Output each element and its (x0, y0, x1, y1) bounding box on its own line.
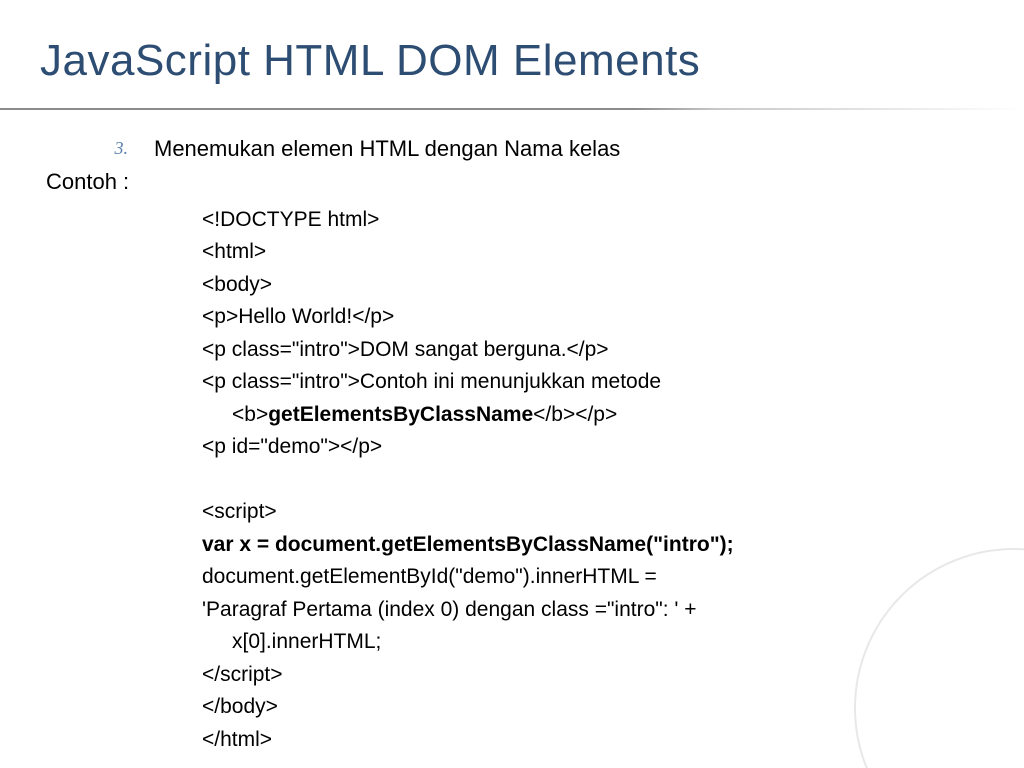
code-line: document.getElementById("demo").innerHTM… (202, 561, 966, 594)
code-line: 'Paragraf Pertama (index 0) dengan class… (202, 594, 966, 627)
code-text: </b></p> (533, 403, 617, 426)
list-item: 3. Menemukan elemen HTML dengan Nama kel… (46, 134, 966, 165)
title-underline (0, 108, 1024, 110)
code-line: <p class="intro">Contoh ini menunjukkan … (202, 366, 966, 399)
list-heading: Menemukan elemen HTML dengan Nama kelas (154, 134, 620, 165)
slide: JavaScript HTML DOM Elements 3. Menemuka… (0, 0, 1024, 768)
code-line: </script> (202, 659, 966, 692)
blank-line (202, 464, 966, 496)
code-line: <p id="demo"></p> (202, 431, 966, 464)
example-label: Contoh : (46, 167, 966, 198)
code-line: <p>Hello World!</p> (202, 301, 966, 334)
code-line: <body> (202, 269, 966, 302)
code-line: <p class="intro">DOM sangat berguna.</p> (202, 334, 966, 367)
slide-title: JavaScript HTML DOM Elements (0, 36, 1024, 86)
code-text: <b> (232, 403, 268, 426)
code-bold: getElementsByClassName (268, 403, 533, 426)
list-number: 3. (46, 134, 154, 159)
code-line: x[0].innerHTML; (202, 626, 966, 659)
code-line: <!DOCTYPE html> (202, 204, 966, 237)
code-block: <!DOCTYPE html> <html> <body> <p>Hello W… (202, 204, 966, 757)
slide-content: 3. Menemukan elemen HTML dengan Nama kel… (46, 134, 966, 756)
code-line: var x = document.getElementsByClassName(… (202, 529, 966, 562)
code-line: <html> (202, 236, 966, 269)
code-line: </html> (202, 724, 966, 757)
code-line: <b>getElementsByClassName</b></p> (202, 399, 966, 432)
code-line: <script> (202, 496, 966, 529)
code-line: </body> (202, 691, 966, 724)
